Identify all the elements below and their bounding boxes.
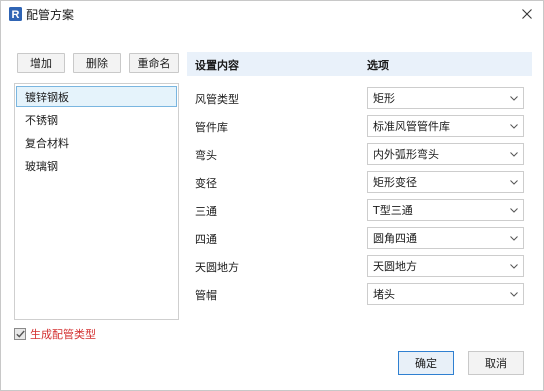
row-label-duct-type: 风管类型	[195, 93, 239, 106]
dialog-window: R 配管方案 增加 删除 重命名 镀锌钢板 不锈钢 复合材料 玻璃钢 设置内容 …	[0, 0, 544, 391]
select-value: 堵头	[373, 288, 395, 301]
select-value: 矩形	[373, 92, 395, 105]
select-duct-type[interactable]: 矩形	[367, 87, 524, 109]
chevron-down-icon	[509, 148, 519, 160]
scheme-item-label: 不锈钢	[25, 113, 58, 127]
rename-button[interactable]: 重命名	[129, 53, 179, 73]
scheme-item-0[interactable]: 镀锌钢板	[16, 86, 177, 107]
chevron-down-icon	[509, 232, 519, 244]
chevron-down-icon	[509, 176, 519, 188]
select-value: 内外弧形弯头	[373, 148, 439, 161]
chevron-down-icon	[509, 204, 519, 216]
settings-header: 设置内容 选项	[187, 52, 532, 76]
close-icon	[522, 9, 532, 19]
select-cross[interactable]: 圆角四通	[367, 227, 524, 249]
row-label-cap: 管帽	[195, 289, 217, 302]
header-option: 选项	[367, 59, 389, 72]
revit-r-icon: R	[8, 7, 22, 21]
select-tee[interactable]: T型三通	[367, 199, 524, 221]
scheme-item-3[interactable]: 玻璃钢	[16, 155, 177, 176]
generate-type-checkbox[interactable]: 生成配管类型	[14, 326, 96, 342]
ok-button[interactable]: 确定	[398, 351, 454, 375]
select-value: 标准风管管件库	[373, 120, 450, 133]
delete-button[interactable]: 删除	[73, 53, 121, 73]
row-label-transition: 天圆地方	[195, 261, 239, 274]
select-value: 圆角四通	[373, 232, 417, 245]
row-label-cross: 四通	[195, 233, 217, 246]
row-label-fitting-library: 管件库	[195, 121, 228, 134]
scheme-item-2[interactable]: 复合材料	[16, 132, 177, 153]
scheme-item-1[interactable]: 不锈钢	[16, 109, 177, 130]
select-cap[interactable]: 堵头	[367, 283, 524, 305]
scheme-item-label: 镀锌钢板	[25, 90, 69, 104]
select-elbow[interactable]: 内外弧形弯头	[367, 143, 524, 165]
header-content: 设置内容	[195, 59, 239, 72]
window-title: 配管方案	[26, 8, 75, 22]
scheme-item-label: 玻璃钢	[25, 159, 58, 173]
select-value: 天圆地方	[373, 260, 417, 273]
title-bar: R 配管方案	[1, 1, 543, 27]
scheme-list: 镀锌钢板 不锈钢 复合材料 玻璃钢	[14, 83, 179, 320]
chevron-down-icon	[509, 92, 519, 104]
select-transition[interactable]: 天圆地方	[367, 255, 524, 277]
select-reducer[interactable]: 矩形变径	[367, 171, 524, 193]
row-label-reducer: 变径	[195, 177, 217, 190]
row-label-elbow: 弯头	[195, 149, 217, 162]
cancel-button[interactable]: 取消	[468, 351, 524, 375]
chevron-down-icon	[509, 120, 519, 132]
generate-type-label: 生成配管类型	[30, 328, 96, 341]
svg-text:R: R	[11, 9, 19, 21]
select-fitting-library[interactable]: 标准风管管件库	[367, 115, 524, 137]
scheme-item-label: 复合材料	[25, 136, 69, 150]
chevron-down-icon	[509, 288, 519, 300]
add-button[interactable]: 增加	[17, 53, 65, 73]
select-value: T型三通	[373, 204, 413, 217]
row-label-tee: 三通	[195, 205, 217, 218]
select-value: 矩形变径	[373, 176, 417, 189]
close-button[interactable]	[515, 3, 539, 25]
chevron-down-icon	[509, 260, 519, 272]
checkbox-box[interactable]	[14, 328, 26, 340]
checkmark-icon	[15, 330, 25, 338]
